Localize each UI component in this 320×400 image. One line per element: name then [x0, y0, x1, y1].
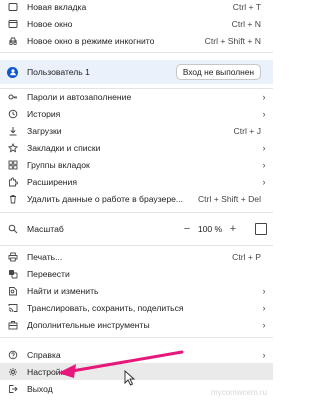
menu-item-print[interactable]: Печать... Ctrl + P: [0, 248, 273, 265]
zoom-level: 100 %: [197, 224, 223, 234]
menu-item-label: Новая вкладка: [27, 1, 87, 12]
chevron-right-icon: ›: [262, 91, 266, 102]
zoom-control: − 100 % +: [179, 221, 241, 237]
chevron-right-icon: ›: [262, 142, 266, 153]
menu-item-label: Новое окно в режиме инкогнито: [27, 35, 155, 46]
zoom-out-button[interactable]: −: [179, 221, 195, 237]
menu-item-zoom: Масштаб − 100 % +: [0, 219, 273, 239]
menu-item-label: Перевести: [27, 268, 70, 279]
divider: [0, 212, 273, 213]
menu-item-history[interactable]: История ›: [0, 105, 273, 122]
chevron-right-icon: ›: [262, 349, 266, 360]
menu-item-label: Справка: [27, 349, 61, 360]
menu-item-label: Загрузки: [27, 125, 62, 136]
menu-item-new-tab[interactable]: Новая вкладка Ctrl + T: [0, 0, 273, 15]
fullscreen-icon[interactable]: [255, 223, 267, 235]
menu-item-label: Закладки и списки: [27, 142, 101, 153]
puzzle-icon: [7, 176, 18, 187]
menu-item-passwords[interactable]: Пароли и автозаполнение ›: [0, 88, 273, 105]
mouse-cursor-icon: [124, 370, 136, 386]
trash-icon: [7, 193, 18, 204]
menu-item-label: Новое окно: [27, 18, 73, 29]
menu-item-bookmarks[interactable]: Закладки и списки ›: [0, 139, 273, 156]
chrome-main-menu: Новая вкладка Ctrl + T Новое окно Ctrl +…: [0, 0, 273, 400]
watermark: mycomwcem.ru: [210, 388, 267, 397]
chevron-right-icon: ›: [262, 108, 266, 119]
divider: [0, 245, 273, 246]
profile-row[interactable]: Пользователь 1 Вход не выполнен: [0, 60, 273, 84]
shortcut-label: Ctrl + P: [232, 251, 261, 262]
signin-status-button[interactable]: Вход не выполнен: [175, 64, 261, 80]
find-icon: [7, 285, 18, 296]
menu-item-label: Пароли и автозаполнение: [27, 91, 132, 102]
menu-item-extensions[interactable]: Расширения ›: [0, 173, 273, 190]
menu-item-cast[interactable]: Транслировать, сохранить, поделиться ›: [0, 299, 273, 316]
chevron-right-icon: ›: [262, 319, 266, 330]
menu-item-downloads[interactable]: Загрузки Ctrl + J: [0, 122, 273, 139]
menu-item-find[interactable]: Найти и изменить ›: [0, 282, 273, 299]
help-icon: [7, 349, 18, 360]
menu-item-new-window[interactable]: Новое окно Ctrl + N: [0, 15, 273, 32]
download-icon: [7, 125, 18, 136]
new-tab-icon: [7, 1, 18, 12]
menu-item-label: Удалить данные о работе в браузере...: [27, 193, 184, 204]
menu-item-label: Настройки: [27, 366, 70, 377]
zoom-in-button[interactable]: +: [225, 221, 241, 237]
menu-item-settings[interactable]: Настройки: [0, 363, 273, 380]
avatar: [7, 66, 18, 78]
chevron-right-icon: ›: [262, 302, 266, 313]
menu-item-label: Транслировать, сохранить, поделиться: [27, 302, 184, 313]
shortcut-label: Ctrl + Shift + Del: [197, 193, 261, 204]
cast-icon: [7, 302, 18, 313]
new-window-icon: [7, 18, 18, 29]
menu-item-label: Расширения: [27, 176, 77, 187]
star-icon: [7, 142, 18, 153]
menu-item-label: Найти и изменить: [27, 285, 99, 296]
shortcut-label: Ctrl + Shift + N: [204, 35, 261, 46]
history-icon: [7, 108, 18, 119]
translate-icon: [7, 268, 18, 279]
menu-item-label: Масштаб: [27, 224, 64, 234]
gear-icon: [7, 366, 18, 377]
menu-item-incognito[interactable]: Новое окно в режиме инкогнито Ctrl + Shi…: [0, 32, 273, 49]
menu-item-help[interactable]: Справка ›: [0, 346, 273, 363]
menu-item-label: Дополнительные инструменты: [27, 319, 150, 330]
shortcut-label: Ctrl + N: [231, 18, 261, 29]
printer-icon: [7, 251, 18, 262]
menu-item-label: Печать...: [27, 251, 63, 262]
exit-icon: [7, 383, 18, 394]
profile-name: Пользователь 1: [27, 67, 90, 77]
menu-item-label: Группы вкладок: [27, 159, 90, 170]
divider: [0, 52, 273, 53]
menu-item-tab-groups[interactable]: Группы вкладок ›: [0, 156, 273, 173]
divider: [0, 337, 273, 338]
shortcut-label: Ctrl + J: [233, 125, 261, 136]
menu-item-translate[interactable]: Перевести: [0, 265, 273, 282]
tab-groups-icon: [7, 159, 18, 170]
chevron-right-icon: ›: [262, 159, 266, 170]
magnifier-icon: [7, 224, 18, 235]
menu-item-label: История: [27, 108, 61, 119]
key-icon: [7, 91, 18, 102]
chevron-right-icon: ›: [262, 176, 266, 187]
shortcut-label: Ctrl + T: [232, 1, 261, 12]
menu-item-clear-data[interactable]: Удалить данные о работе в браузере... Ct…: [0, 190, 273, 207]
menu-item-more-tools[interactable]: Дополнительные инструменты ›: [0, 316, 273, 333]
toolbox-icon: [7, 319, 18, 330]
incognito-icon: [7, 35, 18, 46]
chevron-right-icon: ›: [262, 285, 266, 296]
